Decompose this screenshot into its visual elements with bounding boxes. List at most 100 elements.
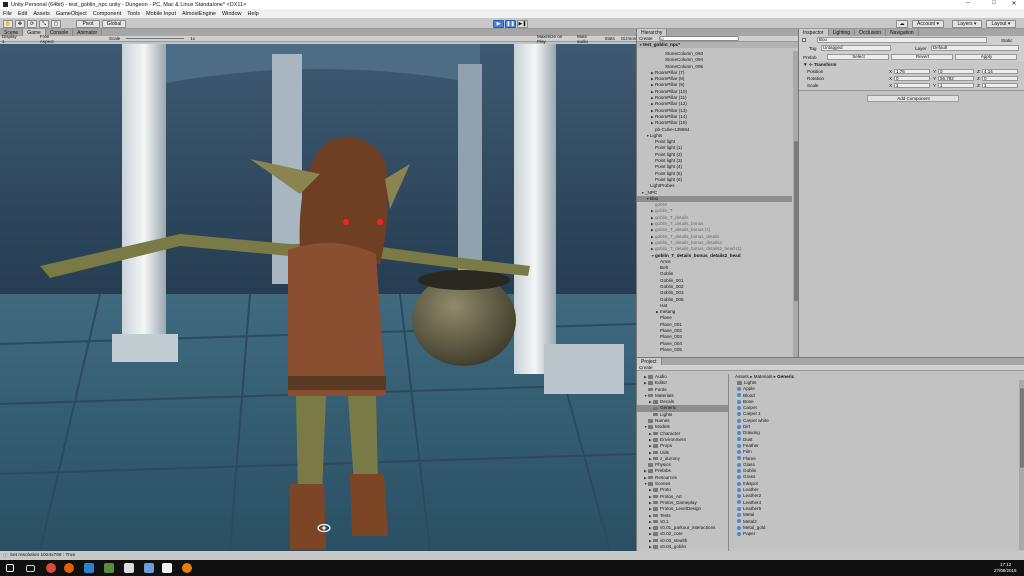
- mute-audio-toggle[interactable]: Mute audio: [577, 34, 598, 44]
- rotate-tool-button[interactable]: ⟳: [27, 19, 37, 28]
- hierarchy-create-button[interactable]: Create: [639, 36, 653, 41]
- hierarchy-item[interactable]: Plane_005: [637, 347, 792, 353]
- menu-almostengine[interactable]: AlmostEngine: [182, 11, 216, 17]
- material-icon: [737, 531, 741, 536]
- folder-item[interactable]: ▶ v0.04_goblin: [637, 544, 728, 550]
- account-dropdown[interactable]: Account ▾: [912, 19, 944, 28]
- maximize-icon[interactable]: □: [984, 0, 1004, 9]
- folder-label: v0.1: [660, 518, 669, 524]
- menu-tools[interactable]: Tools: [127, 11, 140, 17]
- close-icon[interactable]: ✕: [1004, 0, 1024, 9]
- explorer-icon[interactable]: [84, 563, 94, 573]
- game-viewport[interactable]: [0, 44, 636, 551]
- object-name-field[interactable]: Boo: [817, 37, 987, 43]
- scale-slider[interactable]: [126, 38, 185, 39]
- app-icon[interactable]: [144, 563, 154, 573]
- transform-scale-z-field[interactable]: 1: [982, 82, 1018, 88]
- tab-animator[interactable]: Animator: [73, 29, 103, 36]
- transform-position-y-field[interactable]: 0: [938, 68, 974, 74]
- menu-mobile-input[interactable]: Mobile Input: [146, 11, 176, 17]
- tab-occlusion[interactable]: Occlusion: [855, 29, 887, 36]
- transform-rotation-y-field[interactable]: 56.782: [938, 75, 974, 81]
- menu-help[interactable]: Help: [248, 11, 259, 17]
- chrome-icon[interactable]: [46, 563, 56, 573]
- hierarchy-search-input[interactable]: [658, 36, 739, 41]
- layout-dropdown[interactable]: Layout ▾: [986, 19, 1016, 28]
- folder-label: v0.01_parkour_interactions: [660, 525, 716, 531]
- transform-header[interactable]: ▼ ⊹ Transform: [803, 62, 836, 68]
- unity-icon[interactable]: [124, 563, 134, 573]
- move-tool-button[interactable]: ✥: [15, 19, 25, 28]
- project-scrollbar[interactable]: [1019, 380, 1024, 550]
- hierarchy-item-label: goblin_T_details_bonus_details2_head (1): [655, 246, 742, 252]
- hierarchy-item-label: goblin: [655, 202, 668, 208]
- static-toggle[interactable]: Static: [1001, 38, 1013, 43]
- tab-project[interactable]: Project: [637, 358, 662, 365]
- transform-scale-x-field[interactable]: 1: [894, 82, 930, 88]
- material-icon: [737, 450, 741, 455]
- menu-file[interactable]: File: [3, 11, 12, 17]
- transform-position-z-field[interactable]: 4.14: [982, 68, 1018, 74]
- pause-button[interactable]: ❚❚: [505, 19, 516, 28]
- layer-dropdown[interactable]: Default: [931, 45, 1019, 51]
- windows-start-icon[interactable]: [6, 564, 14, 572]
- gizmos-dropdown[interactable]: Gizmos: [621, 36, 636, 41]
- menu-gameobject[interactable]: GameObject: [56, 11, 87, 17]
- menu-edit[interactable]: Edit: [18, 11, 27, 17]
- add-component-button[interactable]: Add Component: [867, 95, 959, 102]
- tab-navigation[interactable]: Navigation: [886, 29, 919, 36]
- stats-toggle[interactable]: Stats: [604, 36, 614, 41]
- hand-tool-button[interactable]: ✋: [3, 19, 13, 28]
- menu-component[interactable]: Component: [93, 11, 121, 17]
- scene-root[interactable]: ▼test_goblin_npc*: [637, 42, 798, 49]
- task-view-icon[interactable]: [26, 565, 35, 572]
- maximize-on-play-toggle[interactable]: Maximize on Play: [537, 34, 571, 44]
- minimize-icon[interactable]: –: [958, 0, 978, 9]
- scale-tool-button[interactable]: ⤡: [39, 19, 49, 28]
- breadcrumb-item[interactable]: Assets: [735, 374, 749, 379]
- pillar-left: [122, 44, 166, 354]
- rect-tool-button[interactable]: ▢: [51, 19, 61, 28]
- play-button[interactable]: ▶: [493, 19, 504, 28]
- tab-label: Navigation: [890, 29, 914, 36]
- step-button[interactable]: ▶❚: [517, 19, 528, 28]
- active-checkbox[interactable]: [802, 38, 806, 42]
- material-icon: [737, 487, 741, 492]
- global-button[interactable]: Global: [102, 19, 126, 28]
- tab-inspector[interactable]: Inspector: [799, 29, 829, 36]
- prefab-revert-button[interactable]: Revert: [891, 54, 953, 60]
- transform-scale-y-field[interactable]: 1: [938, 82, 974, 88]
- transform-rotation-x-field[interactable]: 0: [894, 75, 930, 81]
- asset-label: Dirt: [743, 424, 751, 430]
- cloud-icon[interactable]: ☁: [896, 19, 908, 28]
- folder-icon: [653, 538, 658, 543]
- breadcrumb-item[interactable]: Generic: [777, 374, 794, 379]
- tab-lighting[interactable]: Lighting: [829, 29, 856, 36]
- minecraft-icon[interactable]: [104, 563, 114, 573]
- menu-window[interactable]: Window: [222, 11, 242, 17]
- tab-hierarchy[interactable]: Hierarchy: [637, 29, 668, 36]
- prefab-select-button[interactable]: Select: [827, 54, 889, 60]
- breadcrumb-item[interactable]: Materials: [754, 374, 773, 379]
- hierarchy-item-label: Hat: [660, 302, 668, 308]
- layers-dropdown[interactable]: Layers ▾: [952, 19, 982, 28]
- clock-date: 27/08/2016: [994, 568, 1017, 573]
- prefab-apply-button[interactable]: Apply: [955, 54, 1017, 60]
- folder-icon: [653, 438, 658, 442]
- pivot-button[interactable]: Pivot: [76, 19, 100, 28]
- blender-icon[interactable]: [182, 563, 192, 573]
- hierarchy-item-label: goblin_T_details_bonus_details2_head: [655, 252, 741, 258]
- asset-item[interactable]: Paper: [735, 531, 1015, 537]
- menu-assets[interactable]: Assets: [33, 11, 50, 17]
- aspect-dropdown[interactable]: Free Aspect: [40, 34, 63, 44]
- project-create-button[interactable]: Create: [639, 365, 653, 370]
- transform-position-x-field[interactable]: 1.76: [894, 68, 930, 74]
- project-file-list: Lights Apple Blood Bone Carpet Carpet 1 Carpet…: [735, 380, 1015, 552]
- transform-rotation-z-field[interactable]: 0: [982, 75, 1018, 81]
- hierarchy-item-label: goblin_T_details_bonus_details2: [655, 239, 722, 245]
- photos-icon[interactable]: [162, 563, 172, 573]
- tag-dropdown[interactable]: Untagged: [821, 45, 891, 51]
- hierarchy-list: StoneColumn_093 StoneColumn_094 StoneColum…: [637, 51, 792, 357]
- firefox-icon[interactable]: [64, 563, 74, 573]
- display-dropdown[interactable]: Display 1: [2, 34, 20, 44]
